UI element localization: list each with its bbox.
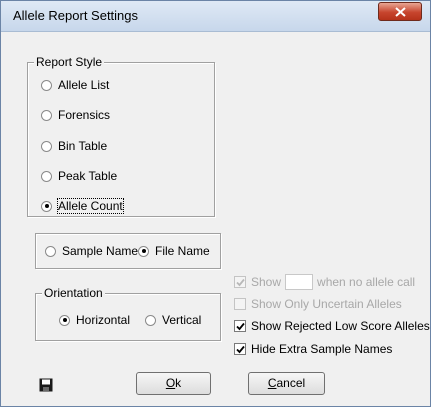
radio-label: Sample Name bbox=[62, 244, 139, 258]
checkbox-box bbox=[234, 298, 246, 310]
radio-label: Vertical bbox=[162, 313, 202, 327]
title-bar[interactable]: Allele Report Settings bbox=[1, 1, 430, 32]
close-icon bbox=[395, 7, 406, 17]
radio-label: Allele List bbox=[58, 78, 110, 92]
check-mark-icon bbox=[236, 322, 245, 331]
radio-file-name[interactable]: File Name bbox=[138, 243, 210, 259]
radio-circle bbox=[41, 109, 52, 121]
name-source-group: Sample Name File Name bbox=[35, 233, 221, 269]
show-rejected-checkbox[interactable]: Show Rejected Low Score Alleles bbox=[234, 318, 430, 334]
orientation-group: Orientation Horizontal Vertical bbox=[35, 286, 221, 341]
checkbox-label: Hide Extra Sample Names bbox=[251, 342, 393, 356]
show-when-input[interactable] bbox=[285, 274, 314, 290]
radio-label: Allele Count bbox=[57, 198, 124, 214]
radio-circle bbox=[45, 245, 56, 257]
show-uncertain-checkbox[interactable]: Show Only Uncertain Alleles bbox=[234, 296, 402, 312]
close-button[interactable] bbox=[378, 2, 422, 21]
hide-extra-names-checkbox[interactable]: Hide Extra Sample Names bbox=[234, 341, 392, 357]
radio-label: Bin Table bbox=[58, 139, 108, 153]
show-when-no-allele-checkbox[interactable]: Show when no allele call bbox=[234, 274, 415, 290]
radio-label: File Name bbox=[155, 244, 210, 258]
check-mark-icon bbox=[236, 278, 245, 287]
checkbox-box bbox=[234, 276, 246, 288]
checkbox-box bbox=[234, 320, 246, 332]
check-mark-icon bbox=[236, 345, 245, 354]
radio-allele-count[interactable]: Allele Count bbox=[41, 198, 124, 214]
radio-circle bbox=[138, 245, 149, 257]
cancel-label: ancel bbox=[276, 376, 306, 390]
ok-label: k bbox=[175, 376, 182, 390]
ok-button[interactable]: Ok bbox=[136, 372, 211, 395]
radio-circle bbox=[41, 200, 52, 212]
checkbox-label: when no allele call bbox=[317, 275, 416, 289]
checkbox-box bbox=[234, 343, 246, 355]
cancel-button[interactable]: Cancel bbox=[248, 372, 325, 395]
dialog-body: Report Style Allele List Forensics Bin T… bbox=[7, 32, 430, 400]
checkbox-label: Show Only Uncertain Alleles bbox=[251, 297, 402, 311]
window-title: Allele Report Settings bbox=[13, 8, 139, 23]
radio-bin-table[interactable]: Bin Table bbox=[41, 138, 107, 154]
radio-horizontal[interactable]: Horizontal bbox=[59, 312, 130, 328]
radio-allele-list[interactable]: Allele List bbox=[41, 77, 109, 93]
radio-peak-table[interactable]: Peak Table bbox=[41, 168, 117, 184]
checkbox-label: Show bbox=[251, 275, 282, 289]
radio-circle bbox=[59, 314, 70, 326]
radio-circle bbox=[41, 140, 52, 152]
radio-vertical[interactable]: Vertical bbox=[145, 312, 201, 328]
radio-circle bbox=[145, 314, 156, 326]
radio-label: Horizontal bbox=[76, 313, 131, 327]
report-style-group: Report Style Allele List Forensics Bin T… bbox=[27, 55, 215, 217]
radio-forensics[interactable]: Forensics bbox=[41, 107, 110, 123]
report-style-label: Report Style bbox=[34, 55, 105, 69]
radio-circle bbox=[41, 79, 52, 91]
radio-label: Forensics bbox=[58, 108, 111, 122]
ok-accelerator: O bbox=[165, 376, 176, 390]
radio-sample-name[interactable]: Sample Name bbox=[45, 243, 138, 259]
radio-label: Peak Table bbox=[58, 169, 118, 183]
orientation-label: Orientation bbox=[42, 286, 105, 300]
radio-circle bbox=[41, 170, 52, 182]
checkbox-label: Show Rejected Low Score Alleles bbox=[251, 319, 430, 333]
save-icon[interactable] bbox=[39, 378, 53, 392]
dialog-window: Allele Report Settings Report Style Alle… bbox=[0, 0, 431, 407]
